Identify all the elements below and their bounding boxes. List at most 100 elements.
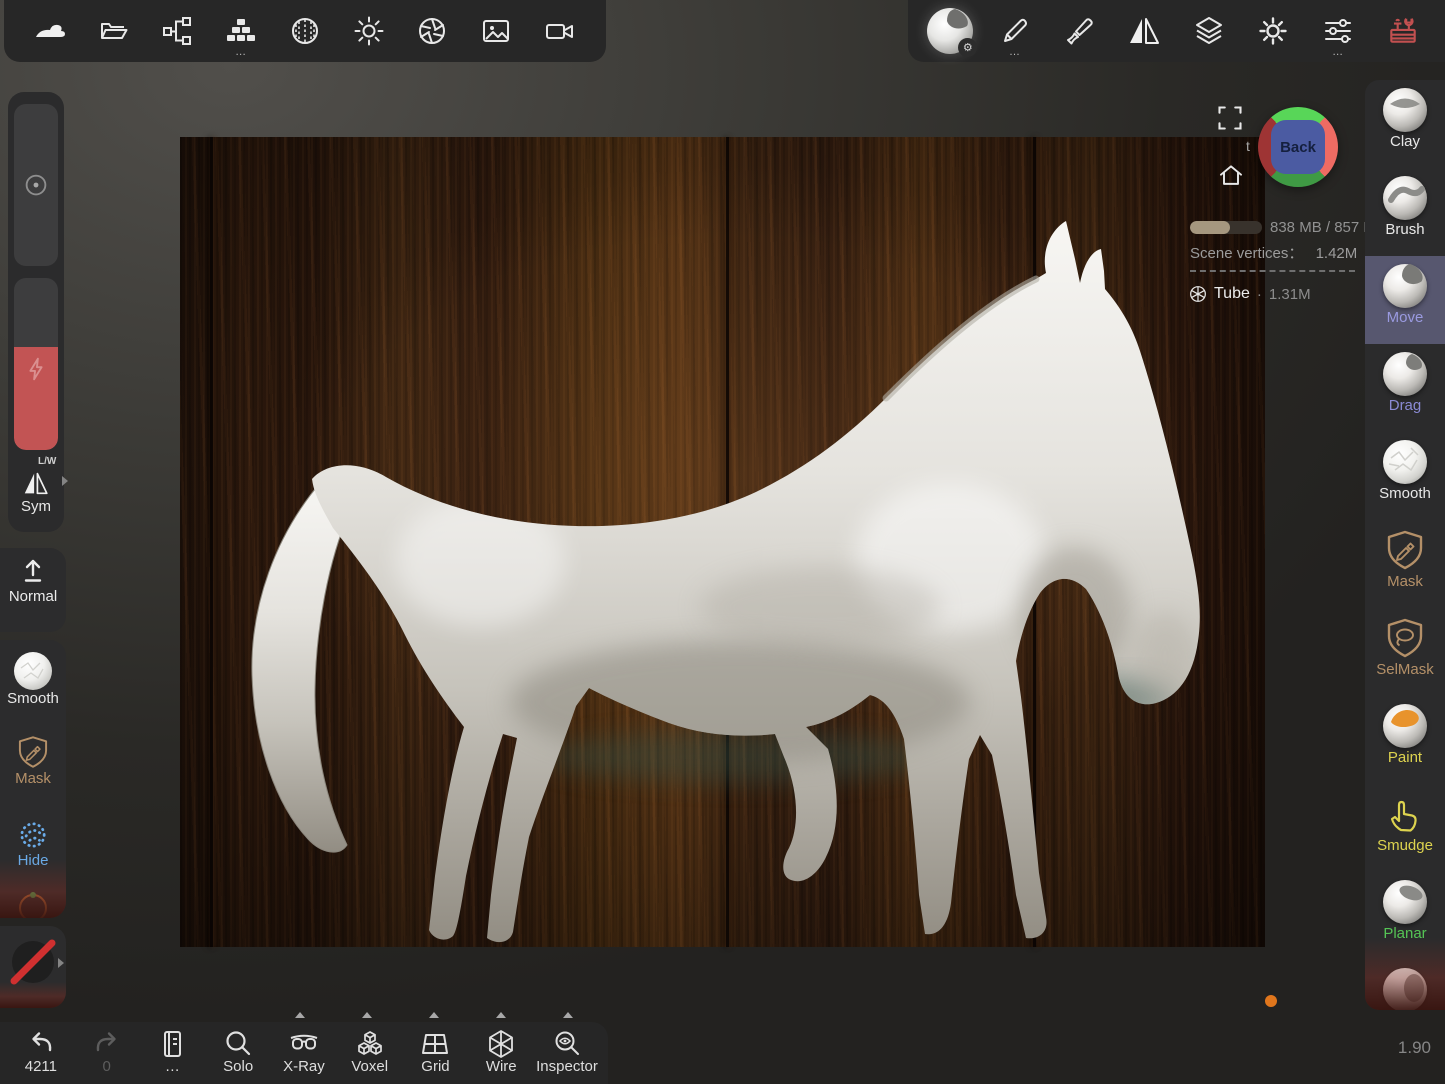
hide-quick-label: Hide	[0, 852, 66, 869]
memory-usage-text: 838 MB / 857 MB	[1270, 219, 1365, 238]
undo-button[interactable]: 4211	[10, 1026, 72, 1075]
hide-quick-button[interactable]: Hide	[0, 818, 66, 869]
settings-button[interactable]	[1248, 6, 1298, 56]
nomad-logo-button[interactable]	[25, 6, 75, 56]
home-view-button[interactable]	[1217, 162, 1245, 190]
object-row[interactable]: Tube · 1.31M	[1189, 285, 1311, 303]
files-button[interactable]	[89, 6, 139, 56]
voxel-caret[interactable]	[362, 1012, 372, 1018]
tool-label: Smudge	[1365, 837, 1445, 854]
solo-toggle[interactable]: Solo	[207, 1026, 269, 1075]
xray-caret[interactable]	[295, 1012, 305, 1018]
sculpt-viewport[interactable]	[180, 137, 1265, 947]
tool-move[interactable]: Move	[1365, 256, 1445, 344]
topology-icon	[225, 15, 257, 47]
image-icon	[480, 15, 512, 47]
wire-caret[interactable]	[496, 1012, 506, 1018]
symmetry-toggle[interactable]: L/W Sym	[8, 456, 64, 515]
dotted-lasso-icon	[16, 818, 50, 852]
grid-toggle[interactable]: Grid	[404, 1026, 466, 1075]
falloff-button[interactable]	[0, 936, 66, 988]
eye-magnifier-icon	[551, 1028, 583, 1060]
postprocess-button[interactable]	[407, 6, 457, 56]
grid-caret[interactable]	[429, 1012, 439, 1018]
memory-usage-bar	[1190, 221, 1262, 234]
layers-button[interactable]	[1184, 6, 1234, 56]
grid-label: Grid	[404, 1058, 466, 1075]
wire-sphere-icon	[1189, 285, 1207, 303]
background-button[interactable]	[471, 6, 521, 56]
camera-button[interactable]	[535, 6, 585, 56]
history-more-badge: …	[141, 1058, 203, 1075]
horse-sculpture[interactable]	[180, 137, 1265, 947]
magnifier-icon	[222, 1028, 254, 1060]
smooth-quick-button[interactable]: Smooth	[0, 652, 66, 707]
tool-mask[interactable]: Mask	[1365, 520, 1445, 608]
aperture-icon	[416, 15, 448, 47]
intensity-slider[interactable]	[14, 278, 58, 450]
debug-tools-button[interactable]	[1378, 6, 1428, 56]
tool-paint[interactable]: Paint	[1365, 696, 1445, 784]
normal-mode-button[interactable]: Normal	[0, 556, 66, 605]
tool-drag[interactable]: Drag	[1365, 344, 1445, 432]
lighting-button[interactable]	[344, 6, 394, 56]
tool-next-partial[interactable]	[1365, 960, 1445, 1010]
redo-count: 0	[76, 1058, 138, 1075]
top-right-toolbar: ⚙ … …	[908, 0, 1445, 62]
wire-toggle[interactable]: Wire	[470, 1026, 532, 1075]
tool-label: Paint	[1365, 749, 1445, 766]
zoom-level-indicator: 1.90	[1398, 1038, 1431, 1058]
tool-selmask[interactable]: SelMask	[1365, 608, 1445, 696]
tool-label: Move	[1365, 309, 1445, 326]
object-separator: ·	[1257, 286, 1262, 303]
redo-icon	[91, 1028, 123, 1060]
material-sphere-button[interactable]: ⚙	[925, 6, 975, 56]
mask-shield-icon	[15, 734, 51, 770]
view-orientation-ball[interactable]: Back	[1258, 107, 1338, 187]
circle-dot-icon	[21, 170, 51, 200]
tool-label: SelMask	[1365, 661, 1445, 678]
inspector-label: Inspector	[536, 1058, 598, 1075]
fullscreen-button[interactable]	[1216, 104, 1244, 132]
tool-brush[interactable]: Brush	[1365, 168, 1445, 256]
topology-button[interactable]: …	[216, 6, 266, 56]
scene-graph-button[interactable]	[152, 6, 202, 56]
painting-button[interactable]	[1055, 6, 1105, 56]
stroke-settings-button[interactable]: …	[990, 6, 1040, 56]
lightning-icon	[21, 354, 51, 384]
falloff-expand-arrow[interactable]	[58, 958, 64, 968]
gizmo-quick-button[interactable]	[0, 888, 66, 918]
smooth-ball-icon	[14, 652, 52, 690]
tool-smooth[interactable]: Smooth	[1365, 432, 1445, 520]
view-back-face[interactable]: Back	[1271, 120, 1325, 174]
layers-icon	[1193, 15, 1225, 47]
notebook-icon	[156, 1028, 188, 1060]
voxel-toggle[interactable]: Voxel	[339, 1026, 401, 1075]
object-vertex-count: 1.31M	[1269, 286, 1311, 303]
symmetry-button[interactable]	[1119, 6, 1169, 56]
redo-button[interactable]: 0	[76, 1026, 138, 1075]
mask-shield-icon	[1383, 528, 1427, 572]
tool-clay[interactable]: Clay	[1365, 80, 1445, 168]
interface-settings-button[interactable]: …	[1313, 6, 1363, 56]
mask-quick-button[interactable]: Mask	[0, 734, 66, 787]
tool-smudge[interactable]: Smudge	[1365, 784, 1445, 872]
history-button[interactable]: …	[141, 1026, 203, 1075]
voxel-cubes-icon	[354, 1028, 386, 1060]
tool-planar[interactable]: Planar	[1365, 872, 1445, 960]
material-gear-badge: ⚙	[958, 38, 977, 57]
material-button[interactable]	[280, 6, 330, 56]
xray-toggle[interactable]: X-Ray	[273, 1026, 335, 1075]
scene-vertices-value: 1.42M	[1316, 245, 1358, 262]
nomad-sculpt-app: { "top_left_toolbar": { "buttons": [ {"i…	[0, 0, 1445, 1084]
partial-sphere-icon	[1383, 968, 1427, 1010]
sym-expand-arrow[interactable]	[62, 476, 68, 486]
radius-slider[interactable]	[14, 104, 58, 266]
inspector-caret[interactable]	[563, 1012, 573, 1018]
move-sphere-icon	[1383, 264, 1427, 308]
sym-mirror-icon	[21, 468, 51, 498]
inspector-toggle[interactable]: Inspector	[536, 1026, 598, 1075]
notification-dot[interactable]	[1265, 995, 1277, 1007]
fullscreen-brackets-icon	[1216, 104, 1244, 132]
home-icon	[1217, 162, 1245, 190]
